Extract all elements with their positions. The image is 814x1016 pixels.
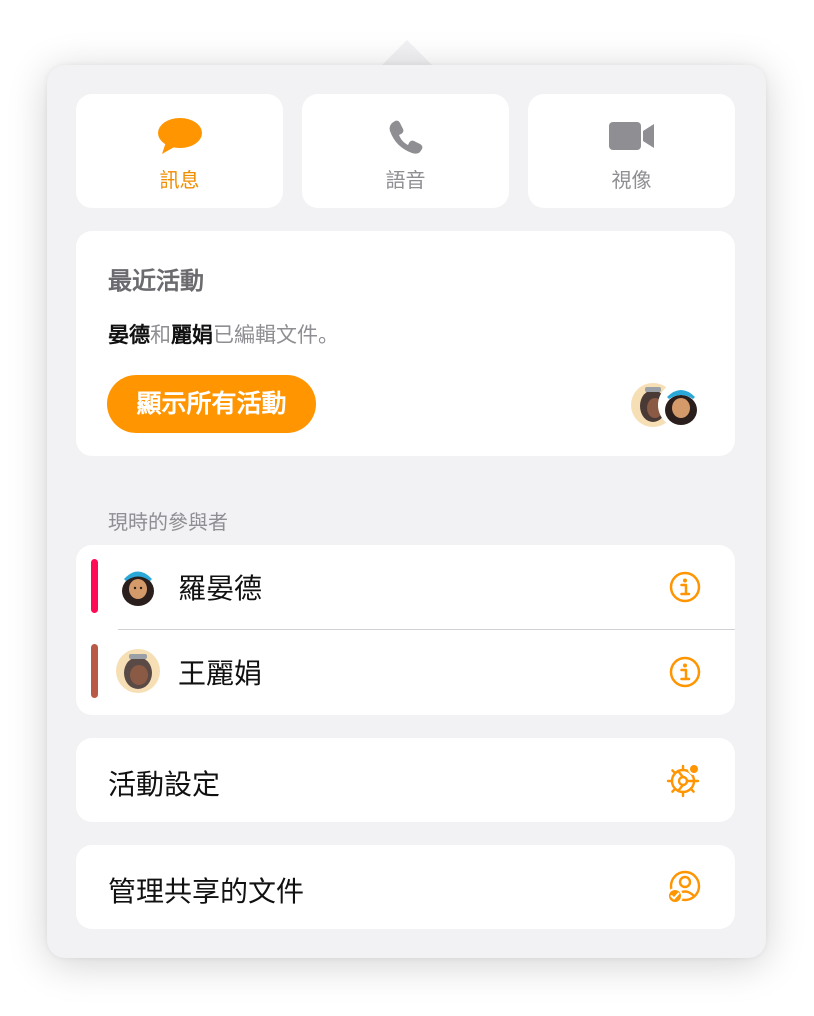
voice-button[interactable]: 語音: [302, 94, 509, 208]
manage-shared-file-row[interactable]: 管理共享的文件: [76, 845, 735, 929]
participant-name: 羅晏德: [178, 572, 263, 605]
manage-shared-person-check-icon: [666, 869, 702, 905]
phone-icon: [302, 116, 509, 156]
message-button[interactable]: 訊息: [76, 94, 283, 208]
participant-row-wang[interactable]: 王麗娟: [76, 630, 735, 715]
participant-name: 王麗娟: [178, 657, 263, 690]
participants-list: 羅晏德 王麗娟: [76, 545, 735, 715]
edited-text: 已編輯文件。: [213, 323, 339, 347]
show-all-activity-button[interactable]: 顯示所有活動: [107, 375, 316, 433]
recent-activity-card: 最近活動 晏德和麗娟已編輯文件。 顯示所有活動: [76, 231, 735, 456]
participant-row-luo[interactable]: 羅晏德: [76, 545, 735, 630]
message-label: 訊息: [159, 168, 200, 192]
video-button[interactable]: 視像: [528, 94, 735, 208]
info-icon[interactable]: [669, 656, 701, 688]
editor-name-a: 晏德: [108, 323, 150, 347]
avatar-wang: [116, 649, 160, 693]
recent-activity-description: 晏德和麗娟已編輯文件。: [108, 319, 339, 349]
info-icon[interactable]: [669, 571, 701, 603]
message-bubble-icon: [76, 116, 283, 156]
popover-arrow: [382, 40, 432, 65]
current-participants-label: 現時的參與者: [108, 510, 228, 534]
activity-settings-label: 活動設定: [108, 768, 221, 801]
editor-name-b: 麗娟: [171, 323, 213, 347]
avatar-luo: [116, 564, 160, 608]
avatar-luo: [658, 382, 704, 428]
participant-avatars: [631, 381, 706, 429]
voice-label: 語音: [385, 168, 426, 192]
video-camera-icon: [528, 116, 735, 156]
manage-shared-file-label: 管理共享的文件: [108, 875, 305, 908]
recent-activity-title: 最近活動: [108, 267, 204, 295]
video-label: 視像: [611, 168, 652, 192]
collaboration-popover: 訊息 語音 視像 最近活動 晏德和麗娟已編輯文件。 顯示所有活動 現時的參與者 …: [47, 65, 766, 958]
activity-settings-gear-icon: [666, 762, 702, 798]
participant-color-bar: [91, 644, 98, 698]
participant-color-bar: [91, 559, 98, 613]
conjunction-text: 和: [150, 323, 171, 347]
activity-settings-row[interactable]: 活動設定: [76, 738, 735, 822]
